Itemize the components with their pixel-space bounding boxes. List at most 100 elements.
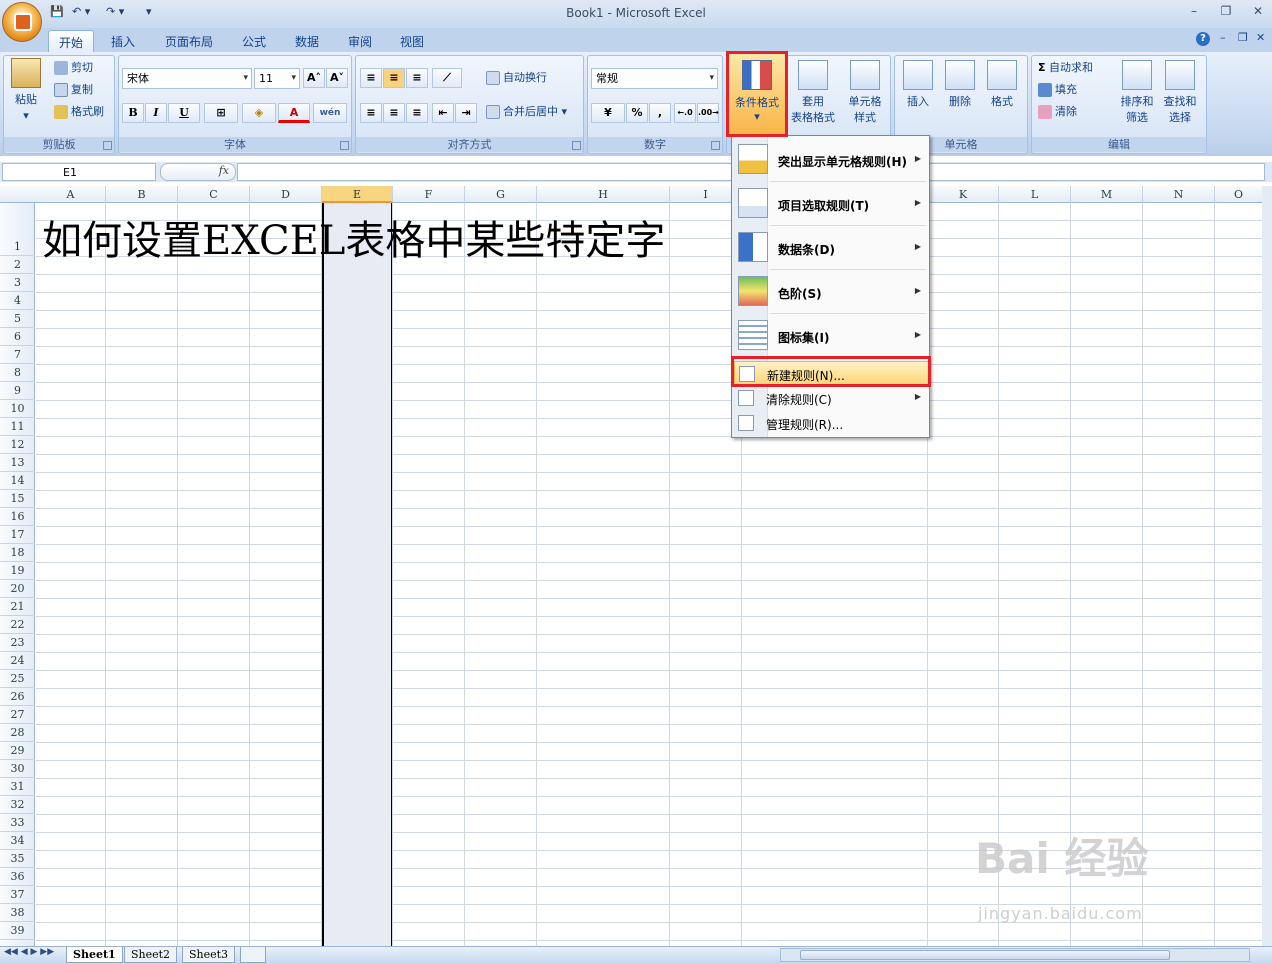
column-header-a[interactable]: A <box>36 186 106 203</box>
percent-button[interactable]: % <box>626 103 648 123</box>
column-header-m[interactable]: M <box>1071 186 1143 203</box>
row-header-30[interactable]: 30 <box>0 760 35 778</box>
row-header-15[interactable]: 15 <box>0 490 35 508</box>
paste-dropdown-icon[interactable]: ▾ <box>4 108 48 124</box>
column-header-l[interactable]: L <box>999 186 1071 203</box>
menu-item-icon-sets[interactable]: 图标集(I) ▶ <box>734 314 929 358</box>
office-button[interactable] <box>2 2 42 42</box>
row-header-14[interactable]: 14 <box>0 472 35 490</box>
align-center-icon[interactable]: ≡ <box>383 103 405 123</box>
column-header-h[interactable]: H <box>537 186 670 203</box>
copy-button[interactable]: 复制 <box>54 80 93 100</box>
phonetic-button[interactable]: wén <box>313 103 347 123</box>
row-header-3[interactable]: 3 <box>0 274 35 292</box>
dialog-launcher-icon[interactable] <box>572 141 581 150</box>
vertical-scrollbar[interactable] <box>1262 186 1272 946</box>
column-header-o[interactable]: O <box>1215 186 1263 203</box>
row-header-24[interactable]: 24 <box>0 652 35 670</box>
sheet-tab-2[interactable]: Sheet2 <box>124 947 178 963</box>
row-header-16[interactable]: 16 <box>0 508 35 526</box>
sheet-tab-3[interactable]: Sheet3 <box>182 947 236 963</box>
row-header-36[interactable]: 36 <box>0 868 35 886</box>
ribbon-minimize-button[interactable]: – <box>1220 31 1226 44</box>
close-button[interactable]: ✕ <box>1248 4 1268 20</box>
decrease-indent-icon[interactable]: ⇤ <box>432 103 454 123</box>
insert-sheet-icon[interactable] <box>240 947 266 963</box>
column-header-c[interactable]: C <box>178 186 250 203</box>
increase-decimal-button[interactable]: ←.0 <box>674 103 696 123</box>
align-bottom-icon[interactable]: ≡ <box>406 68 428 88</box>
sheet-nav-buttons[interactable]: ◀◀ ◀ ▶ ▶▶ <box>4 947 54 957</box>
border-button[interactable]: ⊞ <box>204 103 238 123</box>
cell-styles-button[interactable]: 单元格 样式 <box>840 60 890 126</box>
tab-review[interactable]: 审阅 <box>338 30 382 52</box>
currency-button[interactable]: ¥ <box>591 103 625 123</box>
shrink-font-button[interactable]: A˅ <box>326 68 348 88</box>
align-middle-icon[interactable]: ≡ <box>383 68 405 88</box>
italic-button[interactable]: I <box>145 103 167 123</box>
column-header-e[interactable]: E <box>322 186 393 203</box>
ribbon-close-button[interactable]: ✕ <box>1256 31 1265 44</box>
menu-item-data-bars[interactable]: 数据条(D) ▶ <box>734 226 929 270</box>
font-name-select[interactable]: 宋体 <box>122 68 252 89</box>
orientation-icon[interactable]: ⟋ <box>432 68 462 88</box>
increase-indent-icon[interactable]: ⇥ <box>455 103 477 123</box>
minimize-button[interactable]: – <box>1184 4 1204 20</box>
redo-button[interactable]: ↷ ▾ <box>106 5 124 21</box>
column-header-n[interactable]: N <box>1143 186 1215 203</box>
row-header-31[interactable]: 31 <box>0 778 35 796</box>
scroll-thumb[interactable] <box>800 950 1170 960</box>
row-header-25[interactable]: 25 <box>0 670 35 688</box>
row-header-32[interactable]: 32 <box>0 796 35 814</box>
font-color-button[interactable]: A <box>278 103 310 123</box>
clear-button[interactable]: 清除 <box>1038 102 1077 122</box>
format-as-table-button[interactable]: 套用 表格格式 <box>788 60 838 126</box>
row-header-34[interactable]: 34 <box>0 832 35 850</box>
autosum-button[interactable]: Σ 自动求和 <box>1038 58 1093 78</box>
comma-button[interactable]: , <box>649 103 671 123</box>
column-header-d[interactable]: D <box>250 186 322 203</box>
align-right-icon[interactable]: ≡ <box>406 103 428 123</box>
number-format-select[interactable]: 常规 <box>591 68 718 89</box>
row-header-22[interactable]: 22 <box>0 616 35 634</box>
align-top-icon[interactable]: ≡ <box>360 68 382 88</box>
row-header-23[interactable]: 23 <box>0 634 35 652</box>
row-header-33[interactable]: 33 <box>0 814 35 832</box>
column-header-f[interactable]: F <box>393 186 465 203</box>
format-cells-button[interactable]: 格式 <box>977 60 1027 110</box>
row-header-20[interactable]: 20 <box>0 580 35 598</box>
save-icon[interactable]: 💾 <box>50 5 64 21</box>
dialog-launcher-icon[interactable] <box>103 141 112 150</box>
row-header-12[interactable]: 12 <box>0 436 35 454</box>
row-header-29[interactable]: 29 <box>0 742 35 760</box>
decrease-decimal-button[interactable]: .00→ <box>697 103 719 123</box>
fill-button[interactable]: 填充 <box>1038 80 1077 100</box>
tab-view[interactable]: 视图 <box>390 30 434 52</box>
row-header-9[interactable]: 9 <box>0 382 35 400</box>
row-header-7[interactable]: 7 <box>0 346 35 364</box>
tab-insert[interactable]: 插入 <box>101 30 145 52</box>
help-icon[interactable]: ? <box>1196 32 1210 46</box>
menu-item-highlight-rules[interactable]: 突出显示单元格规则(H) ▶ <box>734 138 929 182</box>
row-header-8[interactable]: 8 <box>0 364 35 382</box>
row-header-21[interactable]: 21 <box>0 598 35 616</box>
column-header-g[interactable]: G <box>465 186 537 203</box>
insert-function-button[interactable]: fx <box>160 163 236 181</box>
bold-button[interactable]: B <box>122 103 144 123</box>
underline-button[interactable]: U <box>168 103 200 123</box>
menu-item-clear-rules[interactable]: 清除规则(C) ▶ <box>734 386 929 410</box>
tab-data[interactable]: 数据 <box>285 30 329 52</box>
cell-a1[interactable]: 如何设置EXCEL表格中某些特定字 <box>42 208 665 266</box>
row-header-1[interactable]: 1 <box>0 203 35 256</box>
sheet-tab-1[interactable]: Sheet1 <box>66 947 123 963</box>
font-size-select[interactable]: 11 <box>254 68 300 89</box>
restore-button[interactable]: ❐ <box>1216 4 1236 20</box>
menu-item-top-bottom-rules[interactable]: 项目选取规则(T) ▶ <box>734 182 929 226</box>
merge-center-button[interactable]: 合并后居中 ▾ <box>486 102 567 122</box>
row-header-2[interactable]: 2 <box>0 256 35 274</box>
row-header-18[interactable]: 18 <box>0 544 35 562</box>
column-header-b[interactable]: B <box>106 186 178 203</box>
row-header-5[interactable]: 5 <box>0 310 35 328</box>
fill-color-button[interactable]: ◈ <box>242 103 276 123</box>
column-header-k[interactable]: K <box>928 186 999 203</box>
